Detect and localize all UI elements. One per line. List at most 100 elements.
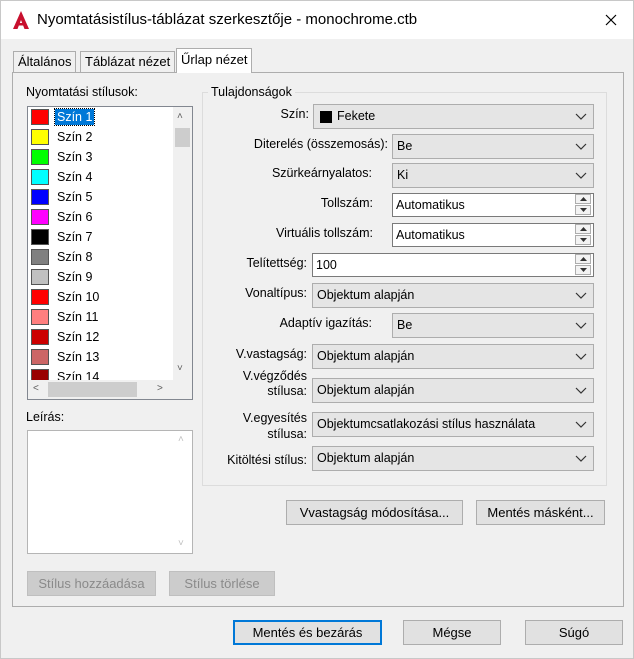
vertical-scroll-thumb[interactable] — [175, 128, 190, 147]
list-item-label: Szín 4 — [57, 170, 93, 184]
save-as-button[interactable]: Mentés másként... — [476, 500, 605, 525]
color-swatch — [320, 111, 332, 123]
chevron-down-icon — [575, 292, 587, 299]
linetype-dropdown[interactable]: Objektum alapján — [312, 283, 594, 308]
dither-dropdown[interactable]: Be — [392, 134, 594, 159]
properties-group-title: Tulajdonságok — [208, 85, 295, 99]
scroll-down-icon[interactable]: ˅ — [177, 364, 183, 374]
help-button[interactable]: Súgó — [525, 620, 623, 645]
list-item[interactable]: Szín 5 — [30, 187, 175, 207]
plot-styles-list[interactable]: Szín 1 Szín 2 Szín 3 Szín 4 Szín 5 Szín 6 Szín… — [27, 106, 193, 400]
tab-general-label: Általános — [18, 54, 72, 69]
fillstyle-dropdown[interactable]: Objektum alapján — [312, 446, 594, 471]
virtual-pen-spinner[interactable]: Automatikus — [392, 223, 594, 247]
description-textarea[interactable]: ˄ ˅ — [27, 430, 193, 554]
spin-up-icon[interactable] — [575, 254, 591, 264]
list-item[interactable]: Szín 13 — [30, 347, 175, 367]
color-dropdown[interactable]: Fekete — [313, 104, 594, 129]
color-swatch — [31, 149, 49, 165]
list-vertical-scrollbar[interactable]: ˄ ˅ — [173, 107, 192, 380]
scroll-up-icon[interactable]: ˄ — [177, 112, 183, 122]
list-item-label: Szín 6 — [57, 210, 93, 224]
dialog-window: Nyomtatásistílus-táblázat szerkesztője -… — [0, 0, 634, 659]
endstyle-dropdown[interactable]: Objektum alapján — [312, 378, 594, 403]
screening-value: 100 — [316, 258, 337, 272]
chevron-down-icon — [575, 455, 587, 462]
close-button[interactable] — [595, 4, 627, 36]
joinstyle-label-line1: V.egyesítés — [242, 411, 307, 425]
list-horizontal-scrollbar[interactable]: ˂ ˃ — [28, 380, 173, 399]
fillstyle-label: Kitöltési stílus: — [227, 453, 307, 467]
form-view-panel: Nyomtatási stílusok: Szín 1 Szín 2 Szín 3S… — [12, 72, 624, 607]
add-style-button[interactable]: Stílus hozzáadása — [27, 571, 156, 596]
scroll-right-icon[interactable]: ˃ — [157, 384, 163, 394]
chevron-down-icon — [575, 322, 587, 329]
grayscale-label: Szürkeárnyalatos: — [271, 166, 372, 180]
color-swatch — [31, 209, 49, 225]
list-item[interactable]: Szín 11 — [30, 307, 175, 327]
edit-lineweights-button[interactable]: Vvastagság módosítása... — [286, 500, 463, 525]
spin-up-icon[interactable] — [575, 194, 591, 204]
list-item[interactable]: Szín 6 — [30, 207, 175, 227]
joinstyle-label-line2: stílusa: — [267, 427, 307, 441]
scroll-left-icon[interactable]: ˂ — [33, 384, 39, 394]
dither-label: Diterelés (összemosás): — [253, 137, 388, 151]
joinstyle-dropdown[interactable]: Objektumcsatlakozási stílus használata — [312, 412, 594, 437]
list-item-label: Szín 2 — [57, 130, 93, 144]
tab-general[interactable]: Általános — [13, 51, 77, 72]
spin-down-icon[interactable] — [575, 265, 591, 275]
list-item[interactable]: Szín 9 — [30, 267, 175, 287]
linetype-value: Objektum alapján — [317, 288, 415, 302]
chevron-down-icon — [575, 113, 587, 120]
list-item[interactable]: Szín 2 — [30, 127, 175, 147]
chevron-down-icon — [575, 143, 587, 150]
pen-number-spinner[interactable]: Automatikus — [392, 193, 594, 217]
endstyle-label-line1: V.végződés — [242, 369, 307, 383]
save-and-close-button[interactable]: Mentés és bezárás — [233, 620, 382, 645]
horizontal-scroll-thumb[interactable] — [48, 382, 137, 397]
color-swatch — [31, 189, 49, 205]
scrollbar-corner — [173, 380, 192, 399]
list-item[interactable]: Szín 1 — [30, 107, 175, 127]
chevron-down-icon — [575, 353, 587, 360]
list-item[interactable]: Szín 3 — [30, 147, 175, 167]
lineweight-label: V.vastagság: — [235, 347, 307, 361]
color-swatch — [31, 289, 49, 305]
screening-spinner[interactable]: 100 — [312, 253, 594, 277]
plot-styles-label: Nyomtatási stílusok: — [26, 85, 138, 99]
pen-number-value: Automatikus — [396, 198, 465, 212]
color-swatch — [31, 249, 49, 265]
color-swatch — [31, 129, 49, 145]
cancel-button[interactable]: Mégse — [403, 620, 501, 645]
color-swatch — [31, 229, 49, 245]
description-label: Leírás: — [26, 410, 65, 424]
list-item[interactable]: Szín 12 — [30, 327, 175, 347]
tab-table-view[interactable]: Táblázat nézet — [80, 51, 176, 72]
color-swatch — [31, 309, 49, 325]
spin-down-icon[interactable] — [575, 235, 591, 245]
virtual-pen-label: Virtuális tollszám: — [275, 226, 373, 240]
list-item[interactable]: Szín 7 — [30, 227, 175, 247]
list-item[interactable]: Szín 4 — [30, 167, 175, 187]
list-item[interactable]: Szín 10 — [30, 287, 175, 307]
spin-down-icon[interactable] — [575, 205, 591, 215]
chevron-down-icon — [575, 387, 587, 394]
list-item[interactable]: Szín 8 — [30, 247, 175, 267]
tab-form-view-label: Űrlap nézet — [181, 52, 248, 67]
color-label: Szín: — [280, 107, 310, 121]
spin-up-icon[interactable] — [575, 224, 591, 234]
adaptive-dropdown[interactable]: Be — [392, 313, 594, 338]
list-item-label: Szín 7 — [57, 230, 93, 244]
list-item-label: Szín 5 — [57, 190, 93, 204]
tab-form-view[interactable]: Űrlap nézet — [176, 48, 253, 73]
grayscale-dropdown[interactable]: Ki — [392, 163, 594, 188]
delete-style-button[interactable]: Stílus törlése — [169, 571, 275, 596]
lineweight-dropdown[interactable]: Objektum alapján — [312, 344, 594, 369]
screening-label: Telítettség: — [246, 256, 307, 270]
title-bar: Nyomtatásistílus-táblázat szerkesztője -… — [1, 1, 633, 39]
color-value: Fekete — [337, 109, 376, 123]
list-item-label: Szín 13 — [57, 350, 100, 364]
list-item-label: Szín 1 — [53, 108, 96, 126]
dither-value: Be — [397, 139, 413, 153]
list-item-label: Szín 12 — [57, 330, 100, 344]
